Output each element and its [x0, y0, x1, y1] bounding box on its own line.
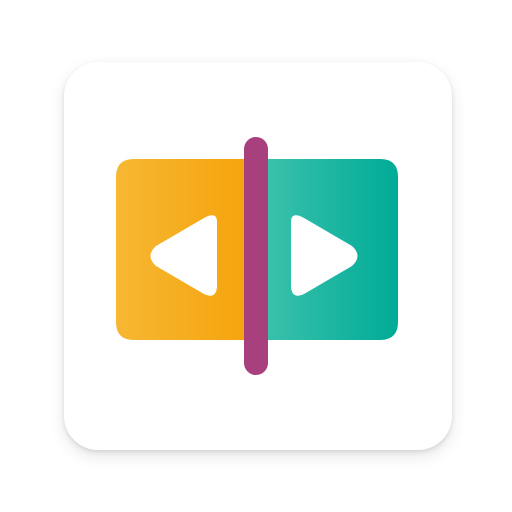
split-screen-video-player-icon — [116, 137, 398, 375]
icon-canvas — [0, 0, 512, 512]
divider-bar — [244, 137, 268, 375]
